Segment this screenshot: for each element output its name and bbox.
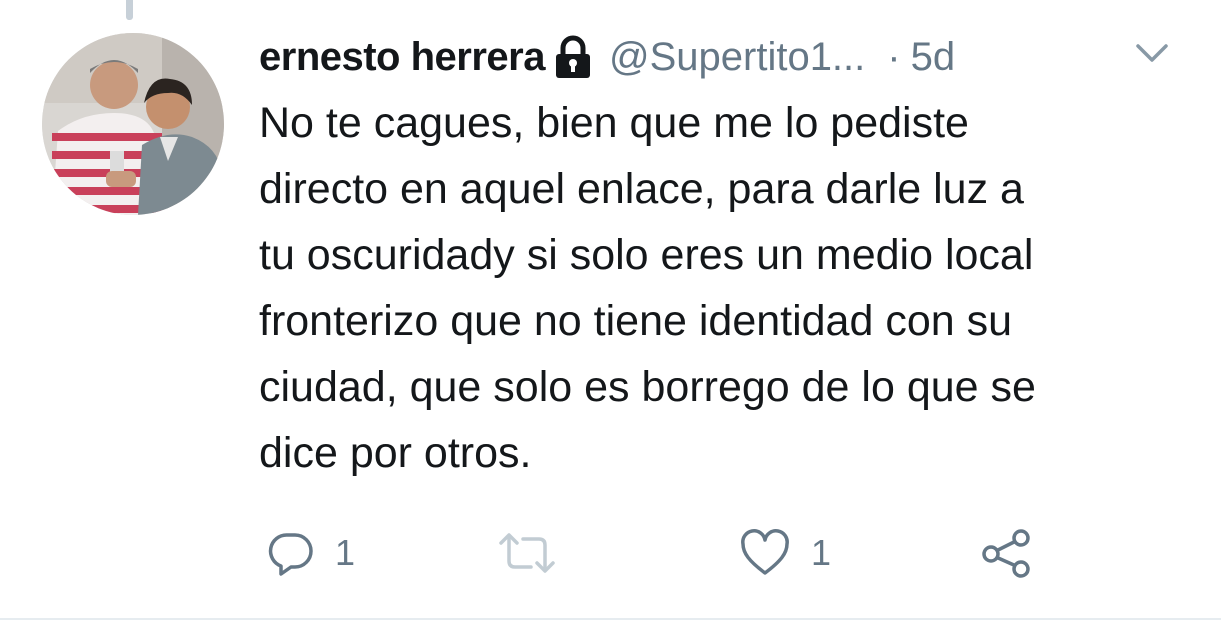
- tweet[interactable]: ernesto herrera @Supertito1... · 5d No t…: [0, 0, 1221, 620]
- tweet-text-line: directo en aquel enlace, para darle luz …: [259, 165, 1024, 213]
- tweet-text-line: dice por otros.: [259, 429, 532, 477]
- chevron-down-icon[interactable]: [1132, 38, 1172, 68]
- avatar-photo: [42, 33, 224, 215]
- username-handle[interactable]: @Supertito1...: [609, 35, 865, 80]
- tweet-actions: 1 1: [259, 520, 1159, 586]
- tweet-text-line: ciudad, que solo es borrego de lo que se: [259, 363, 1036, 411]
- retweet-icon: [495, 529, 559, 577]
- like-count: 1: [811, 532, 832, 573]
- tweet-header: ernesto herrera @Supertito1... · 5d: [259, 24, 1199, 90]
- separator-dot: ·: [887, 34, 901, 79]
- share-icon: [979, 527, 1035, 579]
- reply-count: 1: [335, 532, 356, 573]
- tweet-text-line: No te cagues, bien que me lo pediste: [259, 99, 969, 147]
- avatar[interactable]: [42, 33, 224, 215]
- lock-icon: [553, 35, 593, 79]
- thread-connector-line: [126, 0, 133, 20]
- tweet-text-line: fronterizo que no tiene identidad con su: [259, 297, 1013, 345]
- display-name[interactable]: ernesto herrera: [259, 35, 545, 80]
- share-button[interactable]: [979, 520, 1035, 586]
- retweet-button[interactable]: [495, 520, 579, 586]
- timestamp[interactable]: 5d: [911, 35, 956, 80]
- reply-icon: [267, 529, 315, 577]
- heart-icon: [739, 529, 791, 577]
- tweet-text: No te cagues, bien que me lo pediste dir…: [259, 90, 1199, 486]
- like-button[interactable]: 1: [739, 520, 831, 586]
- reply-button[interactable]: 1: [267, 520, 355, 586]
- tweet-text-line: tu oscuridady si solo eres un medio loca…: [259, 231, 1034, 279]
